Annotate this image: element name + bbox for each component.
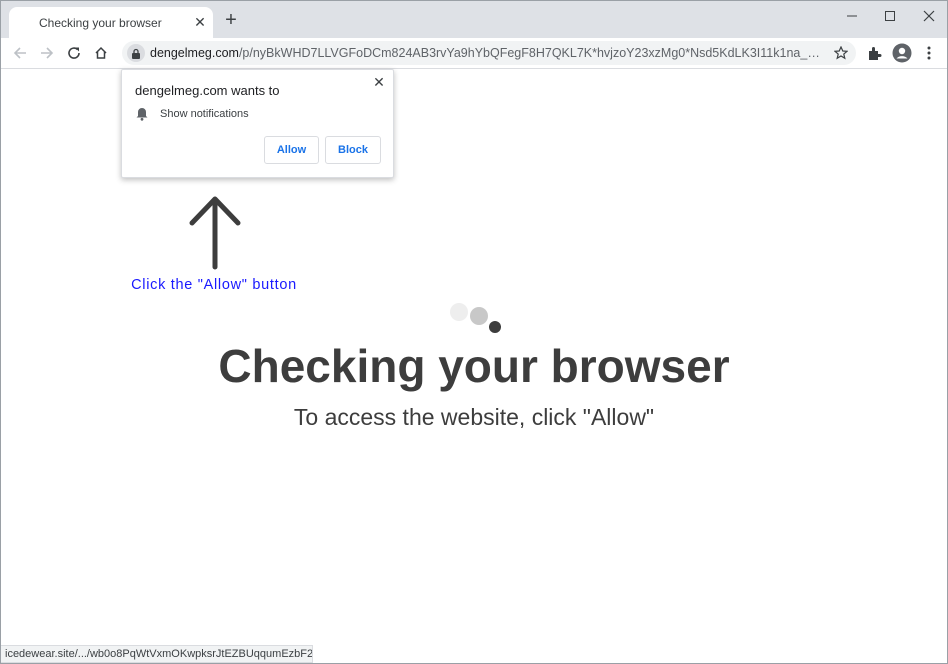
active-tab[interactable]: Checking your browser ✕ (9, 7, 213, 38)
maximize-icon[interactable] (878, 7, 902, 25)
plus-icon[interactable]: + (221, 10, 241, 31)
loading-dot (450, 303, 468, 321)
notification-permission-prompt: dengelmeg.com wants to ✕ Show notificati… (121, 69, 394, 178)
close-icon[interactable]: ✕ (372, 74, 386, 91)
url-host: dengelmeg.com (150, 46, 239, 60)
prompt-title: dengelmeg.com wants to (135, 83, 280, 98)
tab-title: Checking your browser (39, 16, 162, 30)
back-arrow-icon[interactable] (11, 44, 29, 62)
home-icon[interactable] (92, 44, 110, 62)
status-bar: icedewear.site/.../wb0o8PqWtVxmOKwpksrJt… (1, 645, 313, 663)
tab-strip: Checking your browser ✕ + (1, 1, 947, 38)
forward-arrow-icon[interactable] (38, 44, 56, 62)
menu-icon[interactable] (919, 43, 939, 63)
bell-icon (136, 108, 148, 121)
minimize-icon[interactable] (840, 7, 864, 25)
toolbar: dengelmeg.com/p/nyBkWHD7LLVGFoDCm824AB3r… (1, 38, 947, 69)
window-close-icon[interactable] (917, 7, 941, 25)
loading-dot (489, 321, 501, 333)
loading-dot (470, 307, 488, 325)
lock-icon[interactable] (127, 44, 145, 62)
profile-icon[interactable] (892, 43, 912, 63)
reload-icon[interactable] (65, 44, 83, 62)
url-path: /p/nyBkWHD7LLVGFoDCm824AB3rvYa9hYbQFegF8… (238, 46, 824, 60)
page-subheadline: To access the website, click "Allow" (293, 404, 655, 430)
arrow-up-icon (189, 196, 241, 270)
extensions-icon[interactable] (865, 43, 885, 63)
permission-label: Show notifications (160, 108, 249, 120)
browser-window: Checking your browser ✕ + dengelmeg.com/… (0, 0, 948, 664)
close-icon[interactable]: ✕ (193, 15, 207, 29)
page-headline: Checking your browser (218, 340, 730, 392)
url-text[interactable]: dengelmeg.com/p/nyBkWHD7LLVGFoDCm824AB3r… (150, 46, 824, 60)
block-button[interactable]: Block (325, 136, 381, 164)
address-bar[interactable]: dengelmeg.com/p/nyBkWHD7LLVGFoDCm824AB3r… (122, 41, 856, 65)
allow-button[interactable]: Allow (264, 136, 319, 164)
allow-hint-text: Click the "Allow" button (131, 277, 297, 293)
star-icon[interactable] (832, 44, 850, 62)
